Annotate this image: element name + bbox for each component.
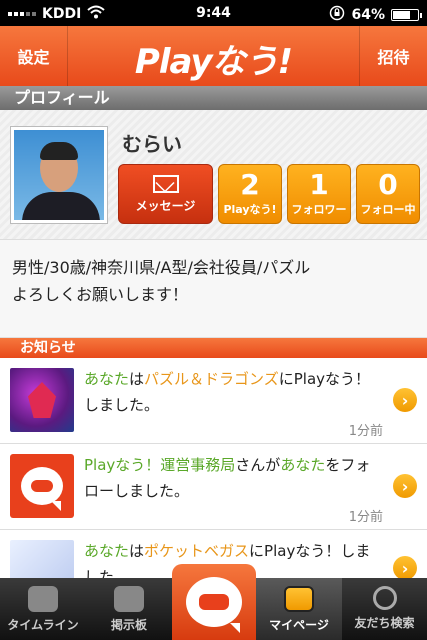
- bio-line: 男性/30歳/神奈川県/A型/会社役員/パズル: [12, 258, 311, 277]
- puzzle-dragons-game-icon: [10, 368, 74, 432]
- envelope-icon: [152, 175, 179, 193]
- playnow-count-label: Playなう!: [223, 203, 277, 216]
- profile-section-header: プロフィール: [0, 86, 427, 110]
- avatar[interactable]: [10, 126, 108, 224]
- follower-count-label: フォロワー: [291, 203, 347, 216]
- profile-name: むらい: [122, 132, 182, 156]
- following-count: 0: [378, 168, 398, 201]
- status-bar: KDDI 9:44 64%: [0, 0, 427, 26]
- invite-button[interactable]: 招待: [359, 26, 427, 86]
- following-count-label: フォロー中: [360, 203, 416, 216]
- following-count-button[interactable]: 0 フォロー中: [356, 164, 420, 224]
- tab-friend-search[interactable]: 友だち検索: [342, 578, 427, 640]
- news-text: あなたはパズル＆ドラゴンズにPlayなう！しました。: [84, 370, 371, 414]
- bio-line: よろしくお願いします！: [12, 285, 189, 304]
- tab-label: マイページ: [269, 618, 329, 632]
- playnow-app-icon: [10, 454, 74, 518]
- news-text: Playなう！運営事務局さんがあなたをフォローしました。: [84, 456, 371, 500]
- chat-bubbles-icon: [28, 586, 58, 612]
- chevron-right-icon[interactable]: ›: [393, 388, 417, 412]
- news-timestamp: 1分前: [348, 510, 383, 525]
- follower-count: 1: [309, 168, 329, 201]
- rotation-lock-icon: [329, 5, 345, 25]
- controller-bubble-icon: [186, 577, 242, 633]
- people-icon: [114, 586, 144, 612]
- profile-card-icon: [284, 586, 314, 612]
- news-item[interactable]: Playなう！運営事務局さんがあなたをフォローしました。 › 1分前: [0, 444, 427, 530]
- tab-board[interactable]: 掲示板: [86, 578, 172, 640]
- news-item[interactable]: あなたはパズル＆ドラゴンズにPlayなう！しました。 › 1分前: [0, 358, 427, 444]
- tab-label: 掲示板: [110, 618, 147, 632]
- message-button[interactable]: メッセージ: [118, 164, 213, 224]
- nav-bar: 設定 Playなう! 招待: [0, 26, 427, 86]
- playnow-count-button[interactable]: 2 Playなう!: [218, 164, 282, 224]
- tab-timeline[interactable]: タイムライン: [0, 578, 86, 640]
- tab-label: 友だち検索: [354, 616, 415, 630]
- playnow-center-button[interactable]: [172, 564, 256, 640]
- follower-count-button[interactable]: 1 フォロワー: [287, 164, 351, 224]
- message-button-label: メッセージ: [135, 199, 196, 213]
- chevron-right-icon[interactable]: ›: [393, 474, 417, 498]
- tab-label: タイムライン: [7, 618, 79, 632]
- news-section-header: お知らせ: [0, 338, 427, 358]
- tab-mypage[interactable]: マイページ: [256, 578, 342, 640]
- battery-icon: [391, 9, 422, 21]
- avatar-photo: [14, 130, 104, 220]
- search-icon: [372, 586, 397, 610]
- news-timestamp: 1分前: [348, 424, 383, 439]
- profile-bio: 男性/30歳/神奈川県/A型/会社役員/パズル よろしくお願いします！: [0, 240, 427, 338]
- battery-percent: 64%: [351, 7, 385, 23]
- playnow-count: 2: [240, 168, 260, 201]
- profile-card: むらい メッセージ 2 Playなう! 1 フォロワー 0 フォロー中: [0, 110, 427, 240]
- chevron-right-icon[interactable]: ›: [393, 556, 417, 580]
